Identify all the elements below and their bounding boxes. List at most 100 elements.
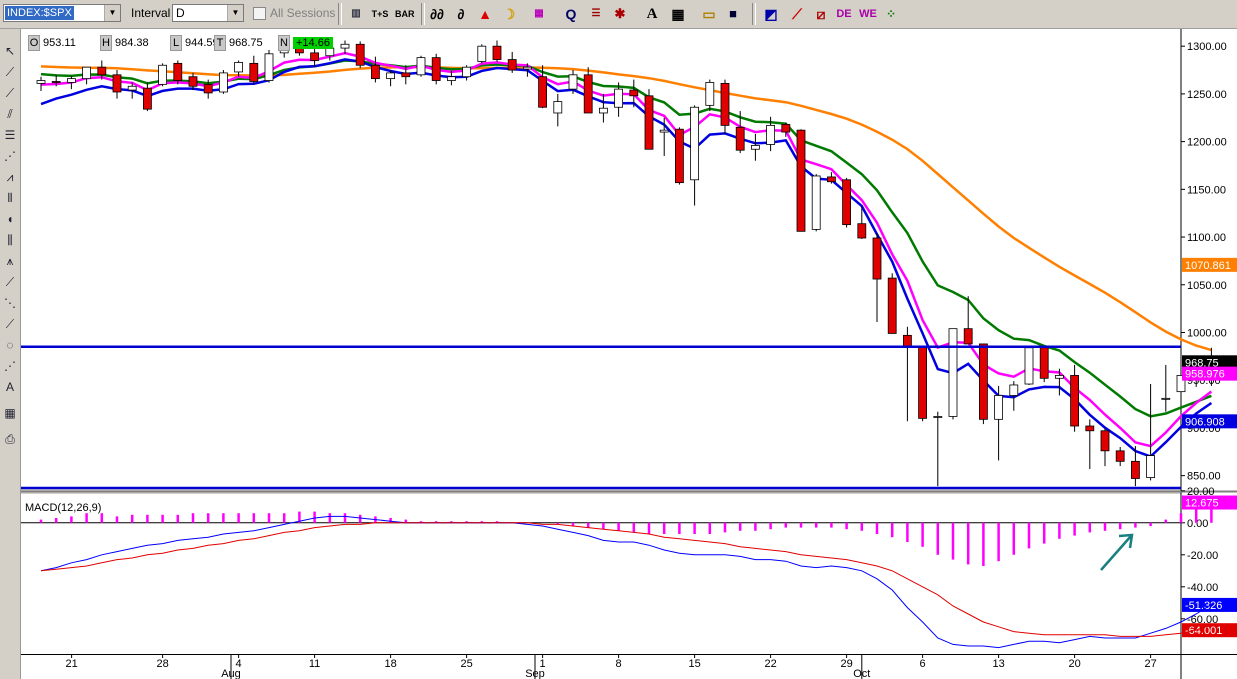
candle-body — [1100, 430, 1110, 452]
candle-body — [127, 85, 137, 91]
candle-body — [492, 45, 502, 60]
speed-lines-icon[interactable]: ⋰ — [2, 148, 18, 164]
x-tick-label: 8 — [616, 658, 622, 670]
time-zones-icon[interactable]: ⫼ — [2, 232, 18, 248]
candle-body — [386, 72, 396, 80]
x-tick-label: 18 — [384, 658, 396, 670]
de-icon[interactable]: DE — [835, 4, 853, 24]
triangle-icon[interactable]: ▲ — [476, 4, 494, 24]
spiral-icon[interactable]: ∂ — [452, 4, 470, 24]
andrews-icon[interactable]: ⟋ — [2, 316, 18, 332]
dots-icon[interactable]: ⁘ — [882, 4, 900, 24]
candle-body — [903, 334, 912, 348]
ohlc-open-label: O — [28, 35, 40, 51]
moon-icon[interactable]: ☽ — [500, 4, 518, 24]
candle-body — [158, 64, 168, 85]
print-icon[interactable]: ⎙ — [2, 431, 18, 447]
chart-window-icon[interactable]: ◩ — [762, 4, 780, 24]
ohlc-last-value: 968.75 — [229, 37, 263, 49]
interval-select[interactable]: D ▼ — [172, 4, 244, 22]
time-sales-button[interactable]: T+S — [371, 4, 389, 24]
candle-body — [1009, 384, 1019, 396]
fibonacci-icon[interactable]: ☰ — [2, 127, 18, 143]
text-tool-icon[interactable]: A — [643, 4, 661, 24]
bar-chart-icon[interactable]: ▥ — [347, 4, 365, 24]
candle-body — [705, 82, 715, 106]
chart-area[interactable]: 1300.00 1250.00 1200.00 1150.00 1100.00 1050.… — [21, 29, 1237, 679]
text-tool-icon[interactable]: A — [2, 379, 18, 395]
candle-body — [507, 59, 517, 71]
we-icon[interactable]: WE — [859, 4, 877, 24]
candle-body — [963, 328, 973, 345]
grid-icon[interactable]: ▦ — [669, 4, 687, 24]
candle-body — [218, 72, 228, 93]
spiral-tool-icon[interactable]: ⋰ — [2, 358, 18, 374]
ray-icon[interactable]: ⟋ — [2, 85, 18, 101]
gauge-icon[interactable]: ▦ — [530, 4, 548, 24]
bug-icon[interactable]: ✱ — [611, 4, 629, 24]
regression-icon[interactable]: ⟋ — [2, 274, 18, 290]
line-chart-icon[interactable]: ⟋ — [788, 4, 806, 24]
all-sessions-checkbox[interactable] — [253, 7, 266, 20]
candle-body — [751, 145, 760, 150]
candle-body — [1070, 375, 1079, 427]
candle-body — [766, 124, 775, 145]
month-label: Sep — [525, 668, 545, 679]
candle-body — [370, 64, 380, 80]
y-tick-label: 1250.00 — [1187, 89, 1227, 101]
x-tick-label: 29 — [840, 658, 852, 670]
cycle-icon[interactable]: ⫴ — [2, 190, 18, 206]
chevron-down-icon[interactable]: ▼ — [104, 5, 120, 21]
candle-body — [522, 66, 532, 70]
x-tick-label: 11 — [309, 658, 320, 670]
magnifier-icon[interactable]: Q — [562, 4, 580, 24]
month-label: Oct — [853, 668, 870, 679]
candle-body — [249, 62, 259, 82]
gann-fan-icon[interactable]: ⩘ — [2, 169, 18, 185]
candle-body — [143, 87, 152, 110]
ellipse-icon[interactable]: ◌ — [2, 337, 18, 353]
list-icon[interactable]: ☰ — [587, 4, 605, 24]
y-tick-label: 1050.00 — [1187, 280, 1227, 292]
grid-tool-icon[interactable]: ▦ — [2, 405, 18, 421]
symbol-value[interactable]: INDEX:$SPX — [5, 6, 74, 20]
cursor-icon[interactable]: ↖ — [2, 43, 18, 59]
open-folder-icon[interactable]: ▭ — [700, 4, 718, 24]
candle-body — [462, 66, 472, 78]
y-tick-label: 1200.00 — [1187, 137, 1227, 149]
candle-body — [82, 66, 91, 80]
candle-body — [629, 89, 639, 97]
fan-icon[interactable]: ⋱ — [2, 295, 18, 311]
bar-button[interactable]: BAR — [395, 4, 415, 24]
arcs-icon[interactable]: ◖ — [2, 211, 18, 227]
orange-ma-tag: 1070.861 — [1185, 260, 1231, 272]
indicator-icon[interactable]: ⧄ — [812, 4, 830, 24]
x-tick-label: 21 — [65, 658, 77, 670]
candle-body — [67, 78, 76, 83]
candle-body — [675, 128, 684, 184]
y-tick-label: 1300.00 — [1187, 41, 1227, 53]
candle-body — [340, 43, 350, 49]
all-sessions-label: All Sessions — [270, 6, 336, 20]
symbol-input[interactable]: INDEX:$SPX ▼ — [3, 4, 121, 22]
candle-body — [173, 62, 183, 81]
channel-icon[interactable]: ⫽ — [2, 106, 18, 122]
ohlc-last-label: T — [214, 35, 226, 51]
pitchfork-icon[interactable]: ⩚ — [2, 253, 18, 269]
candle-body — [918, 346, 927, 419]
candle-body — [188, 76, 198, 87]
main-toolbar: INDEX:$SPX ▼ Interval D ▼ All Sessions ▥… — [0, 0, 1237, 29]
ohlc-high-value: 984.38 — [115, 37, 149, 49]
save-icon[interactable]: ■ — [724, 4, 742, 24]
ohlc-net-label: N — [278, 35, 290, 51]
wave-icon[interactable]: ∂∂ — [428, 4, 446, 24]
candle-body — [781, 124, 791, 133]
chevron-down-icon[interactable]: ▼ — [227, 5, 243, 21]
candle-body — [416, 57, 426, 76]
candle-body — [431, 57, 441, 81]
trendline-icon[interactable]: ⟋ — [2, 64, 18, 80]
candle-body — [51, 81, 61, 83]
y-tick-label: 850.00 — [1187, 471, 1221, 483]
candle-body — [310, 52, 320, 61]
y-tick-label: 0.00 — [1187, 518, 1208, 530]
